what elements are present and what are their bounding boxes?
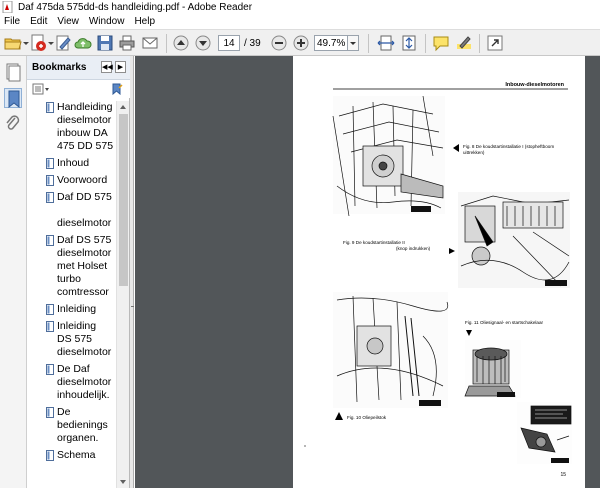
menu-help[interactable]: Help: [134, 16, 155, 27]
toolbar-separator: [368, 34, 369, 53]
page-number-text: 15: [560, 472, 566, 478]
splitter-grip[interactable]: [131, 306, 133, 322]
edit-document-icon[interactable]: [54, 34, 72, 52]
zoom-dropdown-chevron-down-icon[interactable]: [348, 35, 359, 51]
bookmark-page-icon: [46, 235, 55, 246]
scrollbar-thumb[interactable]: [119, 114, 128, 286]
zoom-out-icon[interactable]: [270, 34, 288, 52]
figure-9-illustration: [458, 192, 570, 288]
bookmark-item[interactable]: Voorwoord: [27, 174, 116, 187]
bookmark-page-icon: [46, 450, 55, 461]
open-folder-icon[interactable]: [4, 34, 29, 52]
bookmark-item[interactable]: Daf DS 575 dieselmotor met Holset turbo …: [27, 234, 116, 299]
pdf-page-content: Inbouw-dieselmotoren Fig. 8 De koudstart…: [304, 82, 572, 478]
collapse-panel-icon[interactable]: ◀◀: [101, 61, 113, 73]
main-toolbar: / 39: [0, 29, 600, 56]
bookmark-item[interactable]: De Daf dieselmotor inhoudelijk.: [27, 363, 116, 402]
bookmark-item[interactable]: Schema: [27, 449, 116, 462]
fig9-arrow-icon: [449, 248, 455, 254]
next-page-icon[interactable]: [194, 34, 212, 52]
menu-bar: File Edit View Window Help: [0, 14, 600, 29]
menu-window[interactable]: Window: [89, 16, 125, 27]
menu-file[interactable]: File: [4, 16, 20, 27]
bookmark-item[interactable]: De bedienings organen.: [27, 406, 116, 445]
bookmark-page-icon: [46, 192, 55, 203]
fig8-arrow-icon: [453, 144, 459, 152]
panel-splitter[interactable]: [130, 56, 134, 488]
title-bar: Daf 475da 575dd-ds handleiding.pdf - Ado…: [0, 0, 600, 14]
figure-11-start-switch-illustration: [517, 402, 572, 464]
zoom-level-input[interactable]: [314, 35, 348, 51]
bookmarks-toolbar: [27, 80, 130, 98]
figure-10-illustration: [333, 292, 449, 408]
bookmark-item[interactable]: Handleiding dieselmotor inbouw DA 475 DD…: [27, 101, 116, 153]
bookmarks-header: Bookmarks ◀◀ ▶: [27, 56, 130, 80]
fig11-arrow-icon: [466, 330, 472, 336]
menu-edit[interactable]: Edit: [30, 16, 47, 27]
scroll-down-arrow-icon[interactable]: [117, 476, 130, 488]
toolbar-separator: [425, 34, 426, 53]
bookmark-page-icon: [46, 407, 55, 418]
print-icon[interactable]: [118, 34, 136, 52]
expand-icon[interactable]: [486, 34, 504, 52]
page-mark: [304, 445, 306, 447]
adobe-reader-icon: [2, 0, 14, 14]
attachments-paperclip-icon[interactable]: [4, 114, 22, 134]
page-header-text: Inbouw-dieselmotoren: [505, 82, 564, 88]
bookmarks-title: Bookmarks: [32, 62, 87, 73]
bookmarks-panel-icon[interactable]: [4, 88, 22, 109]
pdf-page: Inbouw-dieselmotoren Fig. 8 De koudstart…: [293, 56, 585, 488]
fit-width-icon[interactable]: [377, 34, 395, 52]
cloud-upload-icon[interactable]: [74, 34, 92, 52]
save-icon[interactable]: [96, 34, 114, 52]
email-icon[interactable]: [141, 34, 159, 52]
bookmarks-panel: Bookmarks ◀◀ ▶ Handleiding dieselmotor i…: [27, 56, 130, 488]
figure-8-illustration: [332, 95, 445, 217]
bookmark-options-icon[interactable]: [32, 83, 52, 98]
figure-11-oil-switch-illustration: [464, 340, 521, 398]
fit-page-icon[interactable]: [400, 34, 418, 52]
bookmark-item[interactable]: Inleiding: [27, 303, 116, 316]
new-bookmark-icon[interactable]: [111, 83, 123, 98]
bookmarks-scrollbar[interactable]: [116, 101, 129, 488]
toolbar-separator: [479, 34, 480, 53]
fig11-caption: Fig. 11 Oliesignaal- en startschakelaar: [465, 320, 544, 325]
fig8-caption: Fig. 8 De koudstartinstallatie I (stophe…: [463, 144, 555, 155]
bookmark-item[interactable]: Daf DD 575 dieselmotor: [27, 191, 116, 230]
panel-options-chevron-icon[interactable]: ▶: [115, 61, 126, 73]
navigation-rail: [0, 56, 27, 488]
toolbar-separator: [166, 34, 167, 53]
previous-page-icon[interactable]: [172, 34, 190, 52]
fig10-caption: Fig. 10 Oliepeilstok: [347, 415, 387, 420]
bookmark-page-icon: [46, 321, 55, 332]
bookmark-item[interactable]: Inleiding DS 575 dieselmotor: [27, 320, 116, 359]
bookmark-page-icon: [46, 158, 55, 169]
highlight-icon[interactable]: [455, 34, 473, 52]
document-viewport[interactable]: Inbouw-dieselmotoren Fig. 8 De koudstart…: [135, 56, 600, 488]
page-total-label: / 39: [244, 38, 261, 49]
bookmark-item[interactable]: Inhoud: [27, 157, 116, 170]
fig10-arrow-icon: [335, 412, 343, 420]
bookmark-page-icon: [46, 364, 55, 375]
window-title: Daf 475da 575dd-ds handleiding.pdf - Ado…: [18, 1, 253, 13]
zoom-in-icon[interactable]: [292, 34, 310, 52]
pages-panel-icon[interactable]: [4, 62, 22, 82]
create-pdf-icon[interactable]: [29, 34, 54, 52]
menu-view[interactable]: View: [57, 16, 79, 27]
page-number-input[interactable]: [218, 35, 240, 51]
bookmark-page-icon: [46, 175, 55, 186]
comment-icon[interactable]: [432, 34, 450, 52]
fig9-caption: Fig. 9 De koudstartinstallatie II (knop …: [343, 240, 431, 251]
bookmark-page-icon: [46, 102, 55, 113]
bookmarks-list: Handleiding dieselmotor inbouw DA 475 DD…: [27, 101, 116, 488]
scroll-up-arrow-icon[interactable]: [117, 101, 130, 113]
bookmark-page-icon: [46, 304, 55, 315]
